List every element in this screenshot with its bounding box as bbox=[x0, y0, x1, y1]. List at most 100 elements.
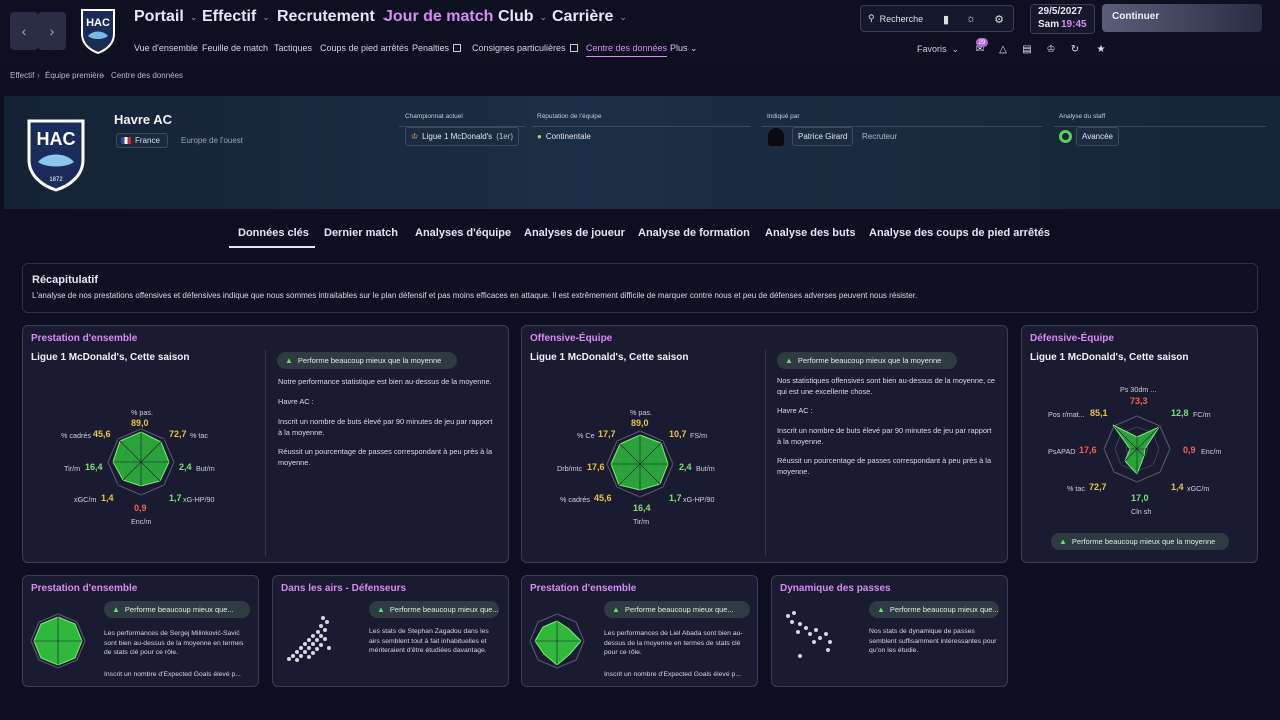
radar-value: 12,8 bbox=[1171, 408, 1189, 418]
radar-value: 1,4 bbox=[1171, 482, 1184, 492]
menu-effectif[interactable]: Effectif ⌄ bbox=[202, 8, 270, 26]
thumbs-up-icon: ▲ bbox=[877, 605, 885, 614]
radar-value: 10,7 bbox=[669, 429, 687, 439]
performance-pill: ▲ Performe beaucoup mieux que... bbox=[869, 601, 999, 618]
analysis-text: Notre performance statistique est bien a… bbox=[278, 377, 492, 386]
back-button[interactable]: ‹ bbox=[10, 12, 38, 50]
menu-recrutement[interactable]: Recrutement ⌄ bbox=[277, 8, 388, 26]
shirt-icon[interactable]: △ bbox=[994, 40, 1012, 58]
card-title: Dynamique des passes bbox=[780, 583, 891, 594]
scout-name-pill[interactable]: Patrice Girard bbox=[792, 127, 854, 146]
document-icon[interactable]: ▤ bbox=[1018, 40, 1036, 58]
thumbs-up-icon: ▲ bbox=[785, 356, 793, 365]
summary-panel bbox=[22, 263, 1258, 313]
radar-value: 2,4 bbox=[179, 462, 192, 472]
thumbs-up-icon: ▲ bbox=[1059, 537, 1067, 546]
submenu-consignes[interactable]: Consignes particulières bbox=[472, 43, 578, 53]
radar-value: 1,7 bbox=[169, 493, 182, 503]
breadcrumb-effectif[interactable]: Effectif bbox=[10, 71, 34, 80]
menu-carriere[interactable]: Carrière ⌄ bbox=[552, 8, 627, 26]
radar-value: 17,6 bbox=[587, 462, 605, 472]
submenu-tactiques[interactable]: Tactiques bbox=[274, 43, 312, 53]
radar-value: 17,6 bbox=[1079, 445, 1097, 455]
performance-pill: ▲ Performe beaucoup mieux que... bbox=[104, 601, 250, 618]
card-title: Dans les airs - Défenseurs bbox=[281, 583, 407, 594]
staff-value-pill[interactable]: Avancée bbox=[1076, 127, 1119, 146]
analysis-text: Inscrit un nombre de buts élevé par 90 m… bbox=[278, 417, 493, 437]
scout-avatar bbox=[768, 128, 784, 146]
radar-label: % tac bbox=[1067, 484, 1085, 493]
breadcrumb-equipe[interactable]: Équipe première bbox=[45, 71, 104, 80]
radar-value: 45,6 bbox=[93, 429, 111, 439]
menu-portail[interactable]: Portail ⌄ bbox=[134, 8, 197, 26]
country-pill[interactable]: France bbox=[116, 133, 168, 148]
tab-analyses-equipe[interactable]: Analyses d'équipe bbox=[415, 227, 511, 239]
scout-role: Recruteur bbox=[862, 132, 898, 141]
submenu-vue-ensemble[interactable]: Vue d'ensemble bbox=[134, 43, 198, 53]
radar-value: 1,7 bbox=[669, 493, 682, 503]
submenu-plus[interactable]: Plus ⌄ bbox=[670, 43, 698, 54]
card-title: Défensive-Équipe bbox=[1030, 333, 1114, 344]
radar-value: 89,0 bbox=[131, 418, 149, 428]
notification-badge: 29 bbox=[976, 38, 988, 47]
chevron-down-icon: ⌄ bbox=[690, 43, 698, 53]
radar-value: 72,7 bbox=[169, 429, 187, 439]
svg-text:HAC: HAC bbox=[37, 129, 76, 149]
continue-button[interactable]: Continuer bbox=[1102, 4, 1262, 32]
radar-value: 73,3 bbox=[1130, 396, 1148, 406]
radar-label: Drb/mtc bbox=[557, 464, 583, 473]
favorites-dropdown[interactable]: Favoris ⌄ bbox=[917, 44, 959, 55]
radar-chart-thumbnail bbox=[30, 613, 86, 669]
championship-pill[interactable]: ♔ Ligue 1 McDonald's (1er) bbox=[405, 127, 520, 146]
analysis-text: Les performances de Sergej Milinković-Sa… bbox=[104, 630, 244, 656]
chevron-right-icon: › bbox=[37, 71, 40, 80]
radar-label: Cln sh bbox=[1131, 507, 1152, 516]
club-logo[interactable]: HAC bbox=[79, 8, 117, 54]
forward-button[interactable]: › bbox=[38, 12, 66, 50]
submenu-centre-des-donnees[interactable]: Centre des données bbox=[586, 43, 668, 57]
submenu-feuille-de-match[interactable]: Feuille de match bbox=[202, 43, 268, 53]
current-date: 29/5/2027 bbox=[1038, 6, 1083, 17]
submenu-coups-de-pied[interactable]: Coups de pied arrêtés bbox=[320, 43, 409, 53]
gear-icon[interactable]: ⚙ bbox=[988, 8, 1010, 30]
radar-value: 72,7 bbox=[1089, 482, 1107, 492]
card-subtitle: Ligue 1 McDonald's, Cette saison bbox=[530, 352, 689, 363]
tab-donnees-cles[interactable]: Données clés bbox=[238, 227, 309, 239]
performance-pill: ▲ Performe beaucoup mieux que la moyenne bbox=[1051, 533, 1229, 550]
radar-label: Enc/m bbox=[1201, 447, 1222, 456]
performance-pill: ▲ Performe beaucoup mieux que la moyenne bbox=[277, 352, 457, 369]
tab-analyse-coups-pied[interactable]: Analyse des coups de pied arrêtés bbox=[869, 227, 1050, 239]
menu-club[interactable]: Club ⌄ bbox=[498, 8, 547, 26]
radar-label: FS/m bbox=[690, 431, 708, 440]
radar-label: But/m bbox=[696, 464, 715, 473]
refresh-icon[interactable]: ↻ bbox=[1066, 40, 1084, 58]
radar-label: xGC/m bbox=[74, 495, 97, 504]
card-title: Offensive-Équipe bbox=[530, 333, 613, 344]
analysis-text: Nos statistiques offensives sont bien au… bbox=[777, 376, 996, 396]
tab-analyses-joueur[interactable]: Analyses de joueur bbox=[524, 227, 625, 239]
radar-label: % Ce bbox=[577, 431, 595, 440]
tactics-icon[interactable]: ♔ bbox=[1042, 40, 1060, 58]
external-link-icon bbox=[569, 44, 578, 52]
globe-icon[interactable]: ☼ bbox=[960, 8, 982, 30]
radar-chart-thumbnail bbox=[529, 613, 585, 669]
bookmark-icon[interactable]: ▮ bbox=[935, 8, 957, 30]
thumbs-up-icon: ▲ bbox=[612, 605, 620, 614]
scatter-plot-thumbnail bbox=[287, 616, 331, 662]
current-day: Sam bbox=[1038, 19, 1060, 30]
analysis-text: Les stats de Stephan Zagadou dans les ai… bbox=[369, 628, 489, 654]
analysis-text: Réussit un pourcentage de passes corresp… bbox=[278, 447, 493, 467]
france-flag-icon bbox=[121, 137, 131, 144]
tab-dernier-match[interactable]: Dernier match bbox=[324, 227, 398, 239]
submenu-penalties[interactable]: Penalties bbox=[412, 43, 462, 53]
radar-label: xG-HP/90 bbox=[183, 495, 215, 504]
menu-jour-de-match[interactable]: Jour de match ⌄ bbox=[384, 8, 507, 26]
tab-analyse-buts[interactable]: Analyse des buts bbox=[765, 227, 855, 239]
radar-label: Tir/m bbox=[633, 517, 650, 526]
radar-value: 0,9 bbox=[1183, 445, 1196, 455]
search-button[interactable]: ⚲ Recherche bbox=[862, 7, 930, 30]
radar-value: 16,4 bbox=[633, 503, 651, 513]
tab-analyse-formation[interactable]: Analyse de formation bbox=[638, 227, 750, 239]
card-title: Prestation d'ensemble bbox=[31, 333, 138, 344]
trophy-icon[interactable]: ★ bbox=[1092, 40, 1110, 58]
